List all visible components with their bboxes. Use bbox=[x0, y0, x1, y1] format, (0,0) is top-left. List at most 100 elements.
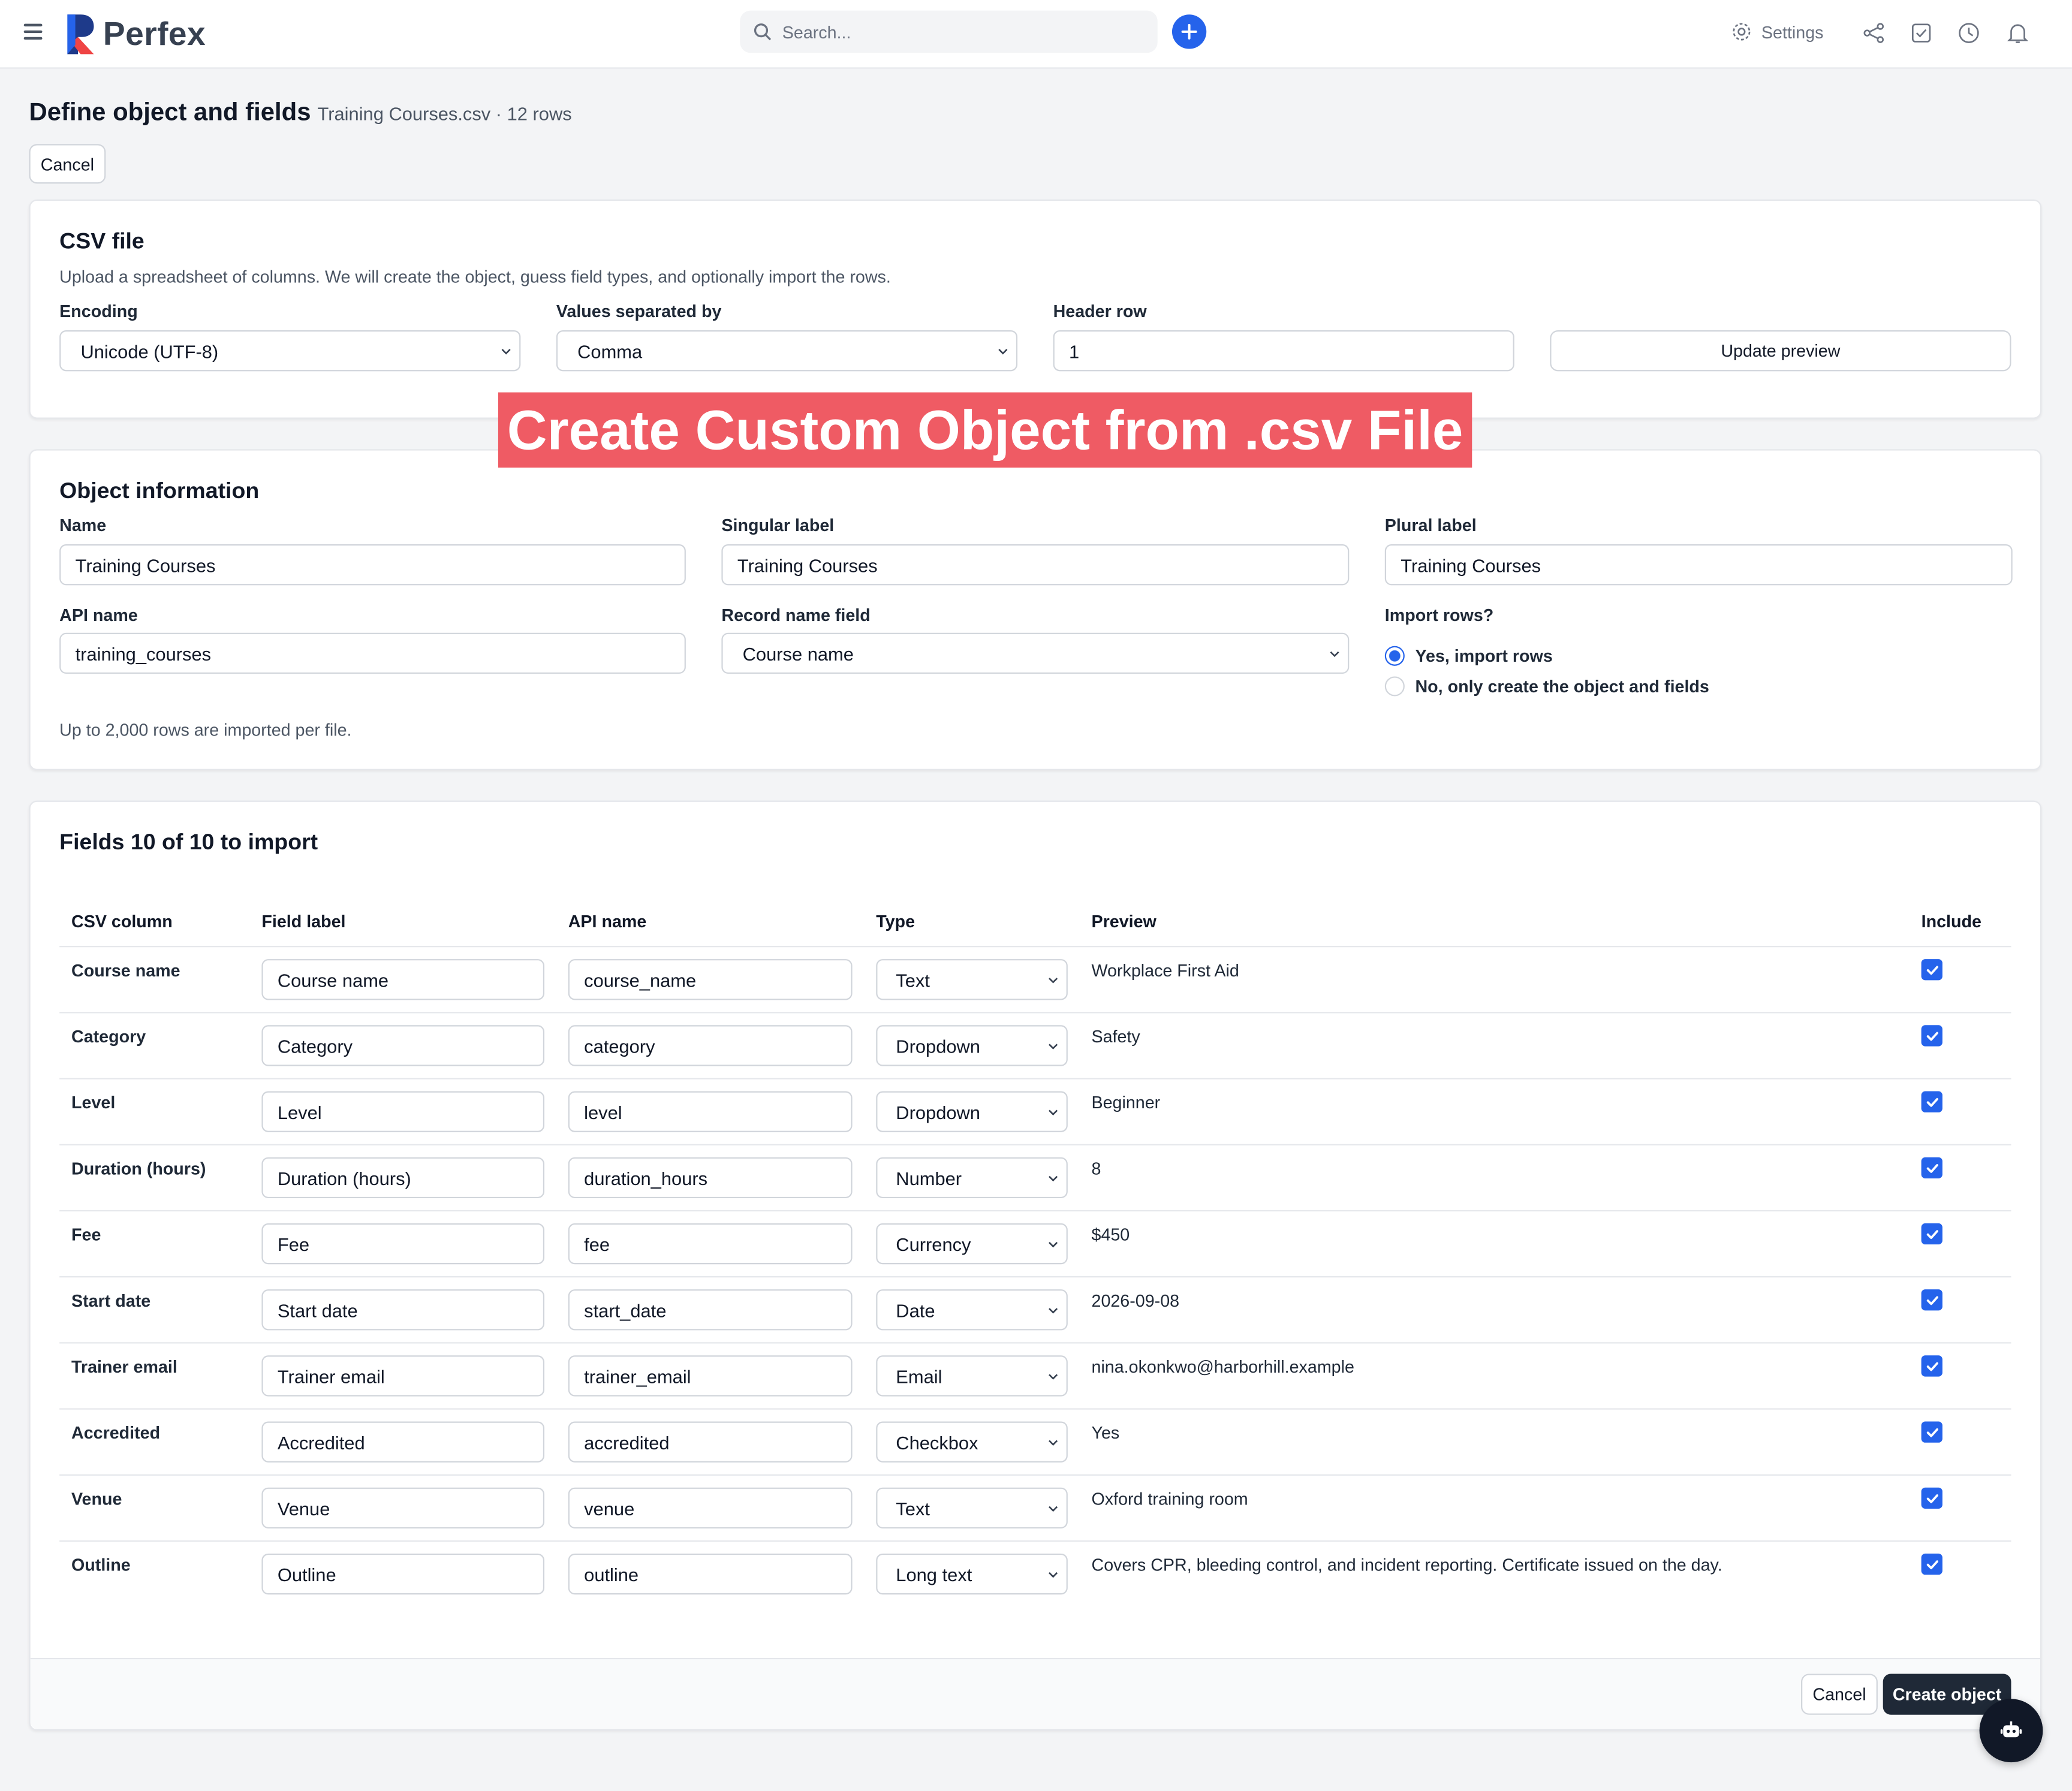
import-rows-no-option[interactable]: No, only create the object and fields bbox=[1384, 676, 1709, 696]
api-name-input[interactable]: venue bbox=[568, 1487, 853, 1529]
include-checkbox[interactable] bbox=[1921, 1487, 1943, 1509]
share-icon[interactable] bbox=[1862, 21, 1886, 45]
column-header-field-label: Field label bbox=[261, 911, 346, 931]
field-label-input[interactable]: Fee bbox=[261, 1223, 545, 1265]
logo[interactable]: Perfex bbox=[66, 13, 206, 56]
search-input[interactable] bbox=[782, 22, 1126, 42]
include-checkbox[interactable] bbox=[1921, 959, 1943, 981]
include-checkbox[interactable] bbox=[1921, 1157, 1943, 1178]
header-row-input[interactable]: 1 bbox=[1053, 330, 1514, 372]
field-label-input[interactable]: Trainer email bbox=[261, 1355, 545, 1397]
preview-value: 8 bbox=[1091, 1158, 1101, 1178]
name-input[interactable]: Training Courses bbox=[59, 544, 686, 586]
type-select[interactable]: Checkbox bbox=[876, 1421, 1068, 1463]
type-value: Number bbox=[896, 1167, 962, 1189]
separator-select[interactable]: Comma bbox=[556, 330, 1018, 372]
preview-value: Safety bbox=[1091, 1026, 1140, 1047]
api-name-input[interactable]: level bbox=[568, 1091, 853, 1132]
include-checkbox[interactable] bbox=[1921, 1025, 1943, 1047]
chevron-down-icon bbox=[1049, 1374, 1058, 1380]
singular-label-input[interactable]: Training Courses bbox=[721, 544, 1350, 586]
type-select[interactable]: Dropdown bbox=[876, 1091, 1068, 1132]
csv-column-name: Category bbox=[71, 1026, 146, 1047]
type-select[interactable]: Text bbox=[876, 959, 1068, 1000]
plural-label-input[interactable]: Training Courses bbox=[1384, 544, 2013, 586]
api-name-value: training_courses bbox=[75, 643, 212, 664]
check-icon bbox=[1926, 1427, 1938, 1437]
field-label-input[interactable]: Category bbox=[261, 1025, 545, 1066]
api-name-input[interactable]: outline bbox=[568, 1553, 853, 1595]
cancel-button[interactable]: Cancel bbox=[29, 144, 106, 184]
settings-link[interactable]: Settings bbox=[1731, 21, 1823, 42]
footer-cancel-button[interactable]: Cancel bbox=[1801, 1674, 1878, 1715]
csv-column-name: Venue bbox=[71, 1488, 122, 1509]
header-row-value: 1 bbox=[1069, 340, 1080, 361]
import-rows-yes-option[interactable]: Yes, import rows bbox=[1384, 646, 1553, 666]
api-name-input[interactable]: category bbox=[568, 1025, 853, 1066]
api-name-input[interactable]: course_name bbox=[568, 959, 853, 1000]
search-icon bbox=[754, 23, 772, 41]
clock-icon[interactable] bbox=[1957, 21, 1981, 45]
quick-add-button[interactable] bbox=[1171, 14, 1207, 49]
check-icon bbox=[1926, 1560, 1938, 1569]
api-name-input[interactable]: fee bbox=[568, 1223, 853, 1265]
field-label-input[interactable]: Level bbox=[261, 1091, 545, 1132]
api-name-input[interactable]: training_courses bbox=[59, 632, 686, 674]
field-label-value: Start date bbox=[277, 1299, 358, 1320]
singular-label-value: Training Courses bbox=[737, 554, 878, 575]
field-label-input[interactable]: Start date bbox=[261, 1289, 545, 1331]
type-select[interactable]: Currency bbox=[876, 1223, 1068, 1265]
check-icon bbox=[1926, 965, 1938, 975]
title-banner: Create Custom Object from .csv File bbox=[498, 392, 1472, 468]
field-label-value: Trainer email bbox=[277, 1365, 385, 1387]
type-select[interactable]: Text bbox=[876, 1487, 1068, 1529]
encoding-select[interactable]: Unicode (UTF-8) bbox=[59, 330, 521, 372]
radio-unselected[interactable] bbox=[1384, 676, 1405, 696]
plural-label: Plural label bbox=[1384, 515, 1477, 535]
record-name-field-select[interactable]: Course name bbox=[721, 632, 1350, 674]
search-box[interactable] bbox=[740, 10, 1158, 53]
csv-column-name: Outline bbox=[71, 1555, 131, 1575]
include-checkbox[interactable] bbox=[1921, 1289, 1943, 1311]
type-value: Email bbox=[896, 1365, 942, 1387]
plural-label-value: Training Courses bbox=[1401, 554, 1541, 575]
check-icon bbox=[1926, 1229, 1938, 1238]
page-subtitle: Training Courses.csv · 12 rows bbox=[317, 102, 572, 125]
type-select[interactable]: Email bbox=[876, 1355, 1068, 1397]
radio-selected[interactable] bbox=[1384, 646, 1405, 666]
csv-file-description: Upload a spreadsheet of columns. We will… bbox=[59, 267, 891, 287]
column-header-api-name: API name bbox=[568, 911, 647, 931]
type-select[interactable]: Long text bbox=[876, 1553, 1068, 1595]
field-label-input[interactable]: Course name bbox=[261, 959, 545, 1000]
field-label-input[interactable]: Outline bbox=[261, 1553, 545, 1595]
bell-icon[interactable] bbox=[2006, 21, 2030, 45]
assistant-button[interactable] bbox=[1979, 1699, 2043, 1763]
chevron-down-icon bbox=[1049, 978, 1058, 984]
include-checkbox[interactable] bbox=[1921, 1421, 1943, 1443]
menu-icon[interactable] bbox=[23, 23, 43, 40]
type-select[interactable]: Number bbox=[876, 1157, 1068, 1199]
api-name-input[interactable]: accredited bbox=[568, 1421, 853, 1463]
field-label-input[interactable]: Accredited bbox=[261, 1421, 545, 1463]
api-name-input[interactable]: trainer_email bbox=[568, 1355, 853, 1397]
preview-value: Oxford training room bbox=[1091, 1488, 1248, 1509]
type-select[interactable]: Dropdown bbox=[876, 1025, 1068, 1066]
checkbox-square-icon[interactable] bbox=[1910, 21, 1934, 45]
field-label-input[interactable]: Venue bbox=[261, 1487, 545, 1529]
include-checkbox[interactable] bbox=[1921, 1553, 1943, 1575]
api-name-input[interactable]: start_date bbox=[568, 1289, 853, 1331]
type-select[interactable]: Date bbox=[876, 1289, 1068, 1331]
field-label-input[interactable]: Duration (hours) bbox=[261, 1157, 545, 1199]
include-checkbox[interactable] bbox=[1921, 1355, 1943, 1377]
api-name-input[interactable]: duration_hours bbox=[568, 1157, 853, 1199]
csv-column-name: Course name bbox=[71, 960, 180, 981]
chevron-down-icon bbox=[1049, 1440, 1058, 1446]
check-icon bbox=[1926, 1097, 1938, 1106]
include-checkbox[interactable] bbox=[1921, 1223, 1943, 1245]
preview-value: 2026-09-08 bbox=[1091, 1291, 1180, 1311]
update-preview-button[interactable]: Update preview bbox=[1550, 330, 2011, 372]
object-information-card: Object information Name Training Courses… bbox=[29, 449, 2042, 770]
include-checkbox[interactable] bbox=[1921, 1091, 1943, 1112]
chevron-down-icon bbox=[1049, 1044, 1058, 1050]
row-divider bbox=[59, 1408, 2011, 1410]
